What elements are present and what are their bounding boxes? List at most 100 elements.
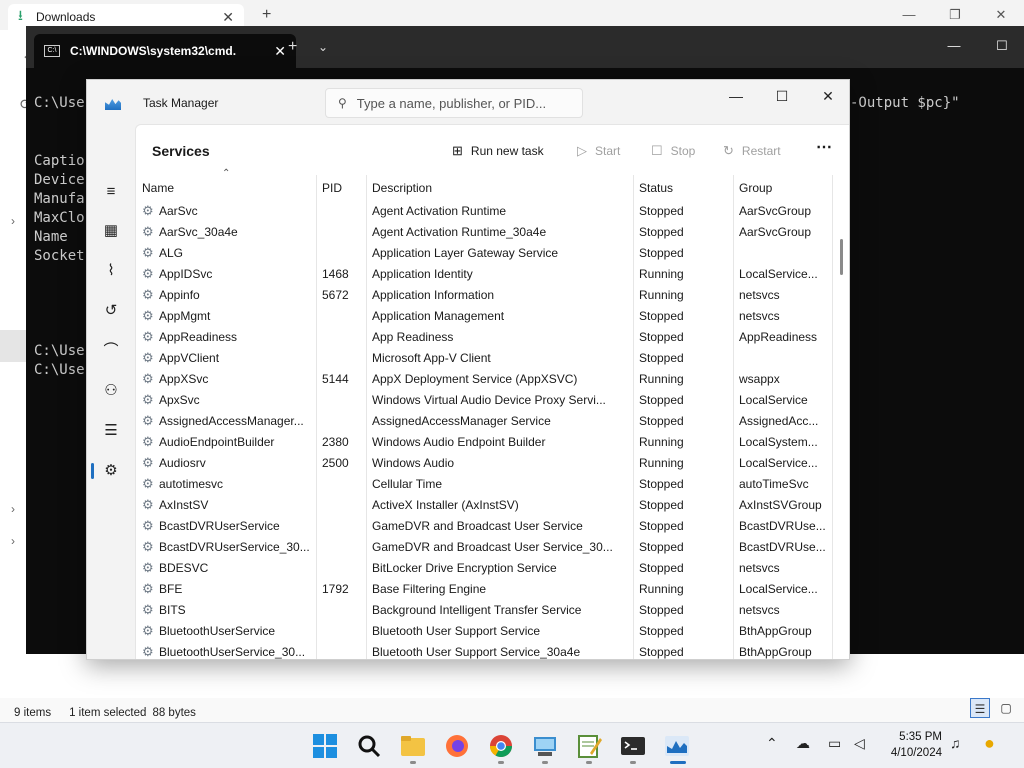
copilot-preview-icon[interactable]: ● — [984, 733, 995, 754]
service-name: BDESVC — [159, 561, 209, 575]
details-icon[interactable]: ☰ — [101, 421, 121, 441]
firefox-taskbar-button[interactable] — [444, 733, 470, 759]
users-icon[interactable]: ⚇ — [101, 381, 121, 401]
processes-icon[interactable]: ▦ — [101, 221, 121, 241]
new-tab-button[interactable]: + — [288, 38, 297, 56]
new-tab-button[interactable]: + — [262, 6, 271, 24]
service-gear-icon: ⚙ — [142, 476, 154, 491]
table-row[interactable]: ⚙ ALG Application Layer Gateway Service Sto… — [136, 243, 832, 264]
table-row[interactable]: ⚙ BluetoothUserService_30... Bluetooth Use… — [136, 642, 832, 660]
stop-label: Stop — [670, 144, 696, 158]
restart-button[interactable]: ↻ Restart — [723, 138, 781, 164]
tiles-view-icon[interactable]: ▢ — [996, 698, 1016, 718]
table-row[interactable]: ⚙ autotimesvc Cellular Time Stopped autoTime… — [136, 474, 832, 495]
service-status: Stopped — [639, 477, 684, 491]
service-pid: 2500 — [322, 456, 349, 470]
display-icon[interactable]: ▭ — [828, 735, 841, 752]
table-row[interactable]: ⚙ AppMgmt Application Management Stopped net… — [136, 306, 832, 327]
start-button[interactable]: ▷ Start — [577, 138, 620, 164]
more-options-button[interactable]: ⋯ — [816, 137, 833, 157]
table-row[interactable]: ⚙ AppIDSvc 1468 Application Identity Running… — [136, 264, 832, 285]
chevron-down-icon[interactable]: ⌄ — [318, 40, 328, 54]
table-row[interactable]: ⚙ BcastDVRUserService GameDVR and Broadcas… — [136, 516, 832, 537]
table-row[interactable]: ⚙ ApxSvc Windows Virtual Audio Device Prox… — [136, 390, 832, 411]
notification-bell-icon[interactable]: ♫ — [950, 735, 961, 751]
volume-muted-icon[interactable]: ◁ — [854, 735, 865, 752]
terminal-tab-cmd[interactable]: C:\ C:\WINDOWS\system32\cmd. ✕ — [34, 34, 296, 68]
column-header-pid[interactable]: PID — [316, 175, 366, 201]
folder-icon — [401, 736, 425, 756]
service-status: Running — [639, 372, 684, 386]
close-button[interactable]: ✕ — [805, 82, 849, 110]
close-tab-icon[interactable]: ✕ — [222, 9, 234, 26]
hamburger-menu-icon[interactable]: ≡ — [101, 182, 121, 202]
show-hidden-icons-chevron-icon[interactable]: ⌃ — [766, 735, 778, 752]
chevron-right-icon[interactable]: › — [11, 534, 15, 548]
chrome-taskbar-button[interactable] — [488, 733, 514, 759]
table-row[interactable]: ⚙ AssignedAccessManager... AssignedAccessM… — [136, 411, 832, 432]
service-pid: 2380 — [322, 435, 349, 449]
clock-date: 4/10/2024 — [890, 747, 942, 759]
close-tab-icon[interactable]: ✕ — [274, 43, 286, 60]
task-manager-window: Task Manager ⚲ — ☐ ✕ ≡ ▦ ⌇ ↺ ⌒ ⚇ ☰ ⚙ ⚙ S… — [86, 79, 850, 660]
table-row[interactable]: ⚙ BFE 1792 Base Filtering Engine Running Loca… — [136, 579, 832, 600]
minimize-button[interactable]: — — [930, 26, 978, 66]
service-group: netsvcs — [739, 603, 780, 617]
maximize-button[interactable]: ☐ — [759, 82, 805, 110]
firefox-icon — [446, 735, 468, 757]
column-divider[interactable] — [832, 175, 833, 659]
search-input[interactable] — [356, 95, 567, 111]
column-header-group[interactable]: Group — [733, 175, 833, 201]
service-name: BITS — [159, 603, 186, 617]
nav-pane-selection[interactable] — [0, 330, 28, 362]
details-view-icon[interactable]: ☰ — [970, 698, 990, 718]
network-app-taskbar-button[interactable] — [532, 733, 558, 759]
table-row[interactable]: ⚙ AxInstSV ActiveX Installer (AxInstSV) Sto… — [136, 495, 832, 516]
stop-button[interactable]: ☐ Stop — [651, 138, 695, 164]
terminal-line: Name — [34, 229, 68, 245]
search-button[interactable] — [356, 733, 382, 759]
terminal-taskbar-button[interactable] — [620, 733, 646, 759]
performance-icon[interactable]: ⌇ — [101, 261, 121, 281]
service-name: Appinfo — [159, 288, 200, 302]
table-row[interactable]: ⚙ BluetoothUserService Bluetooth User Supp… — [136, 621, 832, 642]
start-menu-button[interactable] — [312, 733, 338, 759]
network-offline-icon[interactable]: ☁ — [796, 735, 810, 752]
notepad-taskbar-button[interactable] — [576, 733, 602, 759]
file-explorer-taskbar-button[interactable] — [400, 733, 426, 759]
table-row[interactable]: ⚙ AppXSvc 5144 AppX Deployment Service (App… — [136, 369, 832, 390]
search-box[interactable]: ⚲ — [325, 88, 583, 118]
column-header-status[interactable]: Status — [633, 175, 733, 201]
minimize-button[interactable]: — — [713, 82, 759, 110]
service-group: AssignedAcc... — [739, 414, 819, 428]
vertical-scrollbar[interactable] — [840, 239, 843, 275]
services-page: Services ⊞ Run new task ▷ Start ☐ Stop ↻… — [135, 124, 849, 660]
table-row[interactable]: ⚙ AppVClient Microsoft App-V Client Stopped — [136, 348, 832, 369]
table-row[interactable]: ⚙ BcastDVRUserService_30... GameDVR and Br… — [136, 537, 832, 558]
run-new-task-button[interactable]: ⊞ Run new task — [452, 138, 544, 164]
app-history-icon[interactable]: ↺ — [101, 301, 121, 321]
chevron-right-icon[interactable]: › — [11, 214, 15, 228]
service-gear-icon: ⚙ — [142, 497, 154, 512]
table-row[interactable]: ⚙ AudioEndpointBuilder 2380 Windows Audio E… — [136, 432, 832, 453]
column-header-description[interactable]: Description — [366, 175, 633, 201]
clock[interactable]: 5:35 PM 4/10/2024 — [880, 729, 942, 761]
running-indicator — [630, 761, 636, 764]
table-row[interactable]: ⚙ Audiosrv 2500 Windows Audio Running LocalSe… — [136, 453, 832, 474]
table-row[interactable]: ⚙ AppReadiness App Readiness Stopped AppRead… — [136, 327, 832, 348]
terminal-line: Captio — [34, 153, 85, 169]
table-row[interactable]: ⚙ BITS Background Intelligent Transfer Ser… — [136, 600, 832, 621]
service-description: AppX Deployment Service (AppXSVC) — [372, 372, 578, 386]
startup-apps-icon[interactable]: ⌒ — [101, 341, 121, 361]
chevron-right-icon[interactable]: › — [11, 502, 15, 516]
task-manager-taskbar-button[interactable] — [664, 733, 690, 759]
service-gear-icon: ⚙ — [142, 413, 154, 428]
table-row[interactable]: ⚙ Appinfo 5672 Application Information Runni… — [136, 285, 832, 306]
services-icon[interactable]: ⚙ — [101, 461, 121, 481]
maximize-button[interactable]: ☐ — [978, 26, 1024, 66]
table-row[interactable]: ⚙ AarSvc_30a4e Agent Activation Runtime_30… — [136, 222, 832, 243]
column-header-name[interactable]: Name — [136, 175, 316, 201]
table-row[interactable]: ⚙ BDESVC BitLocker Drive Encryption Servic… — [136, 558, 832, 579]
table-row[interactable]: ⚙ AarSvc Agent Activation Runtime Stopped Aa… — [136, 201, 832, 222]
view-toggle: ☰ ▢ — [970, 698, 1016, 720]
